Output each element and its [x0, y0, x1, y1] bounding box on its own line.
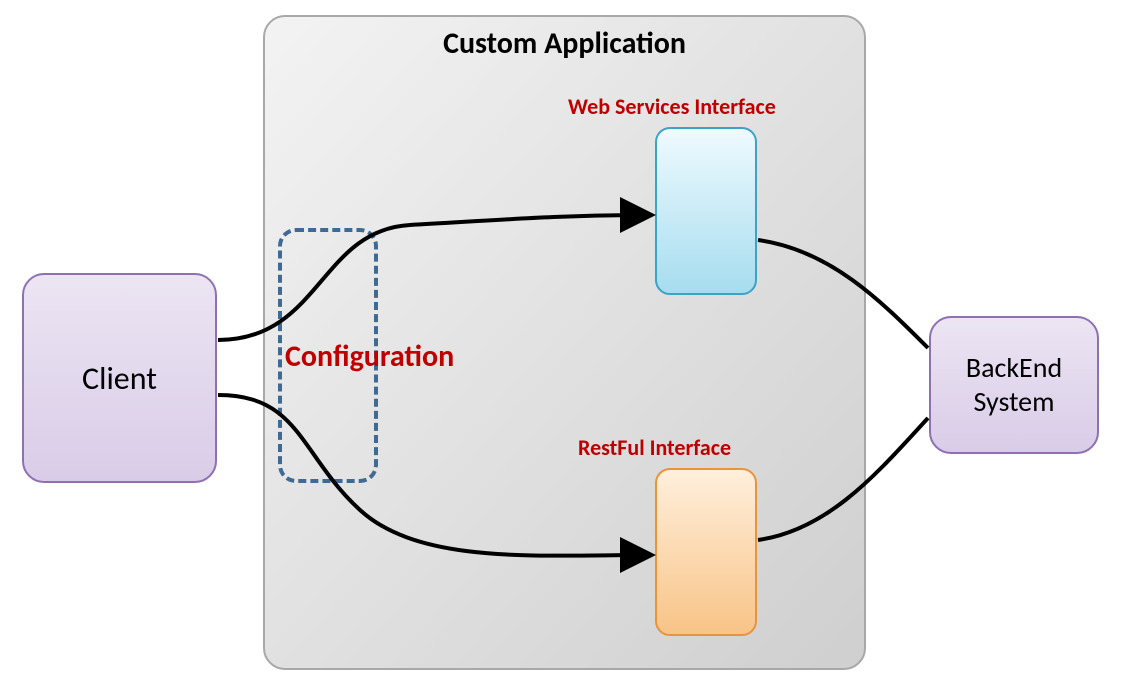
configuration-label: Configuration	[285, 338, 454, 375]
web-services-label: Web Services Interface	[568, 93, 776, 120]
client-label: Client	[82, 359, 157, 398]
web-services-box	[655, 127, 757, 295]
client-box: Client	[22, 273, 217, 483]
restful-label: RestFul Interface	[578, 434, 731, 461]
custom-application-title: Custom Application	[265, 25, 864, 62]
backend-label: BackEndSystem	[966, 351, 1062, 418]
diagram-canvas: Client Custom Application Configuration …	[0, 0, 1122, 677]
restful-box	[655, 468, 757, 636]
backend-box: BackEndSystem	[929, 316, 1099, 454]
